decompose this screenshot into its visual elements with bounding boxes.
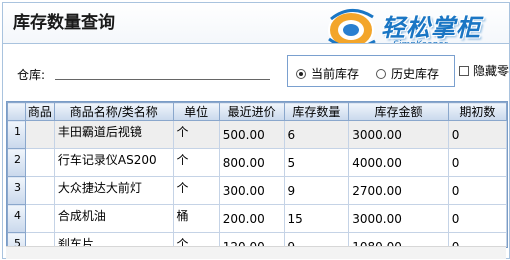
cell-price[interactable]: 500.00 [218, 120, 285, 149]
column-header-category[interactable]: 商品 [24, 102, 55, 121]
radio-current-stock[interactable]: 当前库存 [296, 65, 359, 82]
cell-name[interactable]: 行车记录仪AS200 [53, 148, 174, 177]
cell-price[interactable]: 800.00 [218, 148, 285, 177]
radio-history-stock[interactable]: 历史库存 [376, 65, 439, 82]
cell-opening[interactable]: 0 [447, 120, 507, 149]
table-row[interactable]: 4 合成机油 桶 200.00 15 3000.00 0 [7, 204, 507, 233]
row-index[interactable]: 3 [7, 176, 26, 205]
column-header-qty[interactable]: 库存数量 [283, 102, 350, 121]
cell-opening[interactable]: 0 [447, 148, 507, 177]
cell-name[interactable]: 大众捷达大前灯 [53, 176, 174, 205]
cell-amount[interactable]: 4000.00 [348, 148, 449, 177]
cell-amount[interactable]: 3000.00 [348, 204, 449, 233]
inventory-table: 商品 商品名称/类名称 单位 最近进价 库存数量 库存金额 期初数 1 丰田霸道… [7, 102, 507, 247]
checkbox-icon [459, 65, 469, 76]
cell-unit[interactable]: 个 [172, 148, 220, 177]
cell-category[interactable] [24, 176, 55, 205]
cell-unit[interactable]: 个 [172, 176, 220, 205]
logo-text: 轻松掌柜 [381, 14, 481, 42]
warehouse-label: 仓库: [17, 68, 46, 82]
table-row[interactable]: 1 丰田霸道后视镜 个 500.00 6 3000.00 0 [7, 120, 507, 149]
table-header-row: 商品 商品名称/类名称 单位 最近进价 库存数量 库存金额 期初数 [7, 102, 507, 121]
warehouse-input[interactable] [55, 79, 270, 80]
row-index[interactable]: 2 [7, 148, 26, 177]
cell-unit[interactable]: 桶 [172, 204, 220, 233]
cell-qty[interactable]: 9 [283, 176, 350, 205]
cell-opening[interactable]: 0 [447, 204, 507, 233]
cell-category[interactable] [24, 204, 55, 233]
cell-category[interactable] [24, 120, 55, 149]
radio-current-label: 当前库存 [311, 67, 360, 81]
cell-name[interactable]: 合成机油 [53, 204, 174, 233]
page-title: 库存数量查询 [13, 13, 115, 33]
stock-type-group: 当前库存 历史库存 [287, 55, 455, 87]
cell-opening[interactable]: 0 [447, 176, 507, 205]
cell-qty[interactable]: 15 [283, 204, 350, 233]
column-header-price[interactable]: 最近进价 [218, 102, 285, 121]
column-header-index[interactable] [7, 102, 26, 121]
table-row[interactable]: 3 大众捷达大前灯 个 300.00 9 2700.00 0 [7, 176, 507, 205]
column-header-opening[interactable]: 期初数 [447, 102, 507, 121]
radio-history-label: 历史库存 [391, 67, 440, 81]
cell-name[interactable]: 丰田霸道后视镜 [53, 120, 174, 149]
column-header-name[interactable]: 商品名称/类名称 [53, 102, 174, 121]
cell-unit[interactable]: 个 [172, 120, 220, 149]
table-row[interactable]: 2 行车记录仪AS200 个 800.00 5 4000.00 0 [7, 148, 507, 177]
inventory-query-window: 库存数量查询 轻松掌柜 SimpKeeper 仓库: 当前库存 历史库存 [2, 2, 510, 259]
cell-category[interactable] [24, 148, 55, 177]
cell-price[interactable]: 200.00 [218, 204, 285, 233]
inventory-grid: 商品 商品名称/类名称 单位 最近进价 库存数量 库存金额 期初数 1 丰田霸道… [6, 101, 508, 248]
hide-zero-label: 隐藏零 [473, 64, 510, 78]
filter-panel: 仓库: 当前库存 历史库存 隐藏零 [3, 43, 509, 100]
column-header-amount[interactable]: 库存金额 [348, 102, 449, 121]
row-index[interactable]: 4 [7, 204, 26, 233]
radio-selected-icon [296, 68, 306, 79]
header-bar: 库存数量查询 轻松掌柜 SimpKeeper [3, 3, 509, 50]
cell-amount[interactable]: 2700.00 [348, 176, 449, 205]
horizontal-scrollbar[interactable] [6, 246, 506, 259]
cell-qty[interactable]: 5 [283, 148, 350, 177]
radio-unselected-icon [376, 68, 386, 79]
cell-price[interactable]: 300.00 [218, 176, 285, 205]
hide-zero-checkbox[interactable]: 隐藏零 [459, 62, 509, 79]
cell-qty[interactable]: 6 [283, 120, 350, 149]
column-header-unit[interactable]: 单位 [172, 102, 220, 121]
row-index[interactable]: 1 [7, 120, 26, 149]
cell-amount[interactable]: 3000.00 [348, 120, 449, 149]
